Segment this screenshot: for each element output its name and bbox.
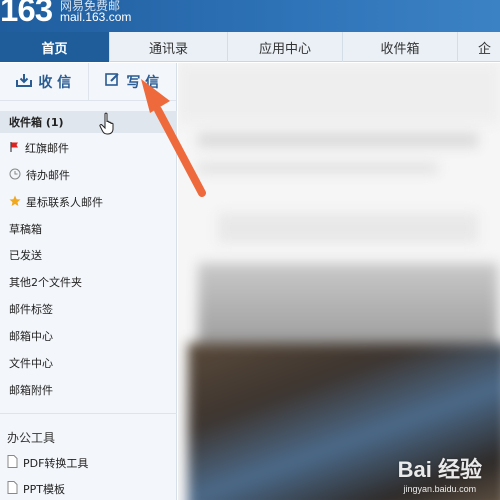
folder-label: 红旗邮件 <box>25 142 69 155</box>
folder-attachments[interactable]: 邮箱附件 <box>0 379 177 401</box>
folder-label: 收件箱 (1) <box>9 116 64 129</box>
tool-label: PPT模板 <box>23 483 65 496</box>
folder-label: 待办邮件 <box>26 169 70 182</box>
receive-button[interactable]: 收 信 <box>0 62 89 101</box>
document-icon <box>7 455 18 471</box>
tab-home[interactable]: 首页 <box>0 32 110 62</box>
folder-red-flag[interactable]: 红旗邮件 <box>0 137 177 159</box>
folder-mail-tags[interactable]: 邮件标签 <box>0 298 177 320</box>
compose-bar: 收 信 写 信 <box>0 62 177 101</box>
blurred-line <box>198 133 478 147</box>
folder-mailbox-center[interactable]: 邮箱中心 <box>0 325 177 347</box>
watermark-url: jingyan.baidu.com <box>403 484 477 494</box>
blurred-banner <box>198 263 498 353</box>
office-tools-heading: 办公工具 <box>7 431 56 445</box>
folder-todo[interactable]: 待办邮件 <box>0 164 177 186</box>
tool-pdf-converter[interactable]: PDF转换工具 <box>0 452 177 474</box>
sidebar-divider <box>0 413 177 414</box>
folder-label: 已发送 <box>9 249 42 262</box>
watermark-main: Bai 经验 <box>397 457 482 482</box>
write-label: 写 信 <box>126 74 160 91</box>
hand-cursor-icon <box>99 112 117 140</box>
inbox-download-icon <box>16 73 33 91</box>
folder-other[interactable]: 其他2个文件夹 <box>0 271 177 293</box>
main-nav: 首页 通讯录 应用中心 收件箱 企 <box>0 32 500 62</box>
folder-starred-contacts[interactable]: 星标联系人邮件 <box>0 191 177 213</box>
blurred-toolbar <box>178 63 500 123</box>
logo-domain[interactable]: mail.163.com <box>60 10 131 24</box>
baidu-jingyan-watermark: Bai 经验 jingyan.baidu.com <box>398 452 482 494</box>
clock-icon <box>9 168 21 183</box>
folder-sent[interactable]: 已发送 <box>0 244 177 266</box>
folder-label: 邮箱中心 <box>9 330 53 343</box>
folder-label: 邮件标签 <box>9 303 53 316</box>
sidebar: 收 信 写 信 收件箱 (1) 红旗邮件 待办邮件 星标联系人邮件 草稿箱 已发… <box>0 62 177 500</box>
tool-ppt-template[interactable]: PPT模板 <box>0 478 177 500</box>
main-content-blurred <box>178 63 500 500</box>
receive-label: 收 信 <box>38 74 72 91</box>
app-header: 163 网易免费邮 mail.163.com <box>0 0 500 32</box>
folder-drafts[interactable]: 草稿箱 <box>0 218 177 240</box>
tab-inbox[interactable]: 收件箱 <box>343 32 458 62</box>
folder-label: 草稿箱 <box>9 223 42 236</box>
tab-enterprise[interactable]: 企 <box>458 32 500 62</box>
folder-label: 文件中心 <box>9 357 53 370</box>
red-flag-icon <box>9 141 20 155</box>
blurred-line <box>218 213 478 243</box>
write-button[interactable]: 写 信 <box>89 63 177 101</box>
folder-inbox[interactable]: 收件箱 (1) <box>0 111 177 133</box>
pencil-edit-icon <box>105 72 120 91</box>
tab-app-center[interactable]: 应用中心 <box>228 32 343 62</box>
document-icon <box>7 481 18 497</box>
folder-label: 邮箱附件 <box>9 384 53 397</box>
tool-label: PDF转换工具 <box>23 457 89 470</box>
folder-label: 星标联系人邮件 <box>26 196 103 209</box>
folder-file-center[interactable]: 文件中心 <box>0 352 177 374</box>
tab-contacts[interactable]: 通讯录 <box>110 32 228 62</box>
folder-label: 其他2个文件夹 <box>9 276 82 289</box>
blurred-line <box>198 163 438 173</box>
star-icon <box>9 195 21 210</box>
logo-number[interactable]: 163 <box>0 0 53 29</box>
